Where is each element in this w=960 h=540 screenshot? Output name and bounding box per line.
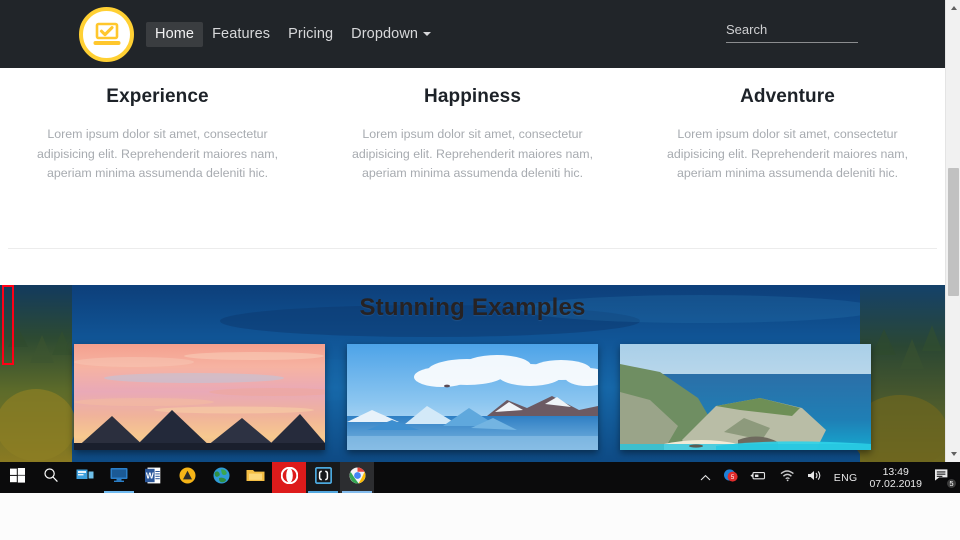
speaker-icon <box>807 469 823 487</box>
feature-text: Lorem ipsum dolor sit amet, consectetur … <box>666 127 909 180</box>
features-row: Experience Lorem ipsum dolor sit amet, c… <box>0 68 945 248</box>
explorer-app[interactable] <box>238 462 272 493</box>
brackets-app[interactable] <box>306 462 340 493</box>
navbar-links: Home Features Pricing Dropdown <box>146 22 440 47</box>
display-app[interactable] <box>102 462 136 493</box>
task-view-button[interactable] <box>68 462 102 493</box>
feature-column-adventure: Adventure Lorem ipsum dolor sit amet, co… <box>630 68 945 248</box>
navagio-beach-cove-photo <box>620 344 871 450</box>
nav-link-features[interactable]: Features <box>203 22 279 47</box>
glacier-lagoon-icebergs-photo <box>347 344 598 450</box>
security-tray-icon[interactable]: 5 <box>717 462 744 493</box>
clock-date: 07.02.2019 <box>869 477 922 490</box>
hero-section: Stunning Examples <box>0 285 945 462</box>
word-app[interactable]: W <box>136 462 170 493</box>
tray-overflow-button[interactable] <box>694 462 717 493</box>
chevron-up-icon <box>700 469 711 487</box>
laptop-check-icon <box>92 22 122 48</box>
triangle-amber-icon <box>179 467 196 489</box>
gallery-card-navagio-beach[interactable] <box>620 344 871 450</box>
feature-column-experience: Experience Lorem ipsum dolor sit amet, c… <box>0 68 315 248</box>
svg-text:W: W <box>146 470 154 480</box>
gallery-card-glacier-lagoon[interactable] <box>347 344 598 450</box>
start-button[interactable] <box>0 462 34 493</box>
folder-icon <box>246 467 265 488</box>
nav-dropdown-label: Dropdown <box>351 26 419 42</box>
internet-app[interactable] <box>204 462 238 493</box>
clock-time: 13:49 <box>882 465 909 478</box>
removable-media-icon[interactable] <box>744 462 773 493</box>
shield-badge-icon: 5 <box>723 468 738 488</box>
volume-icon[interactable] <box>801 462 829 493</box>
scrollbar-thumb[interactable] <box>948 168 959 296</box>
search-button[interactable] <box>34 462 68 493</box>
monitor-icon <box>110 467 128 488</box>
chrome-app[interactable] <box>340 462 374 493</box>
hero-title: Stunning Examples <box>359 294 586 321</box>
windows-logo-icon <box>9 467 25 488</box>
chrome-icon <box>349 467 366 489</box>
feature-title: Experience <box>106 86 209 107</box>
scroll-down-arrow[interactable] <box>946 446 960 462</box>
feature-text: Lorem ipsum dolor sit amet, consectetur … <box>36 127 279 180</box>
chevron-down-icon <box>423 32 432 37</box>
desktop-area <box>0 493 960 540</box>
language-indicator[interactable]: ENG <box>829 462 863 493</box>
site-navbar: Home Features Pricing Dropdown <box>0 0 945 68</box>
brand-logo[interactable] <box>79 7 134 62</box>
action-center-button[interactable]: 5 <box>929 462 960 493</box>
red-highlight-box <box>2 285 14 365</box>
amber-app[interactable] <box>170 462 204 493</box>
globe-icon <box>213 467 230 489</box>
usb-eject-icon <box>750 469 767 487</box>
nav-link-pricing[interactable]: Pricing <box>279 22 342 47</box>
scroll-up-arrow[interactable] <box>946 0 960 16</box>
magnifier-icon <box>43 467 59 488</box>
system-tray: 5 ENG 13:49 07.02.2019 5 <box>694 462 960 493</box>
section-divider <box>8 248 937 249</box>
nav-link-dropdown[interactable]: Dropdown <box>342 22 440 47</box>
wifi-icon <box>779 469 795 487</box>
feature-text: Lorem ipsum dolor sit amet, consectetur … <box>351 127 594 180</box>
word-icon: W <box>145 467 161 489</box>
network-icon[interactable] <box>773 462 801 493</box>
opera-app[interactable] <box>272 462 306 493</box>
notification-badge: 5 <box>946 478 957 489</box>
feature-title: Happiness <box>424 86 521 107</box>
sunset-mountains-photo <box>74 344 325 450</box>
opera-icon <box>280 466 298 489</box>
navbar-search <box>726 21 858 43</box>
clock[interactable]: 13:49 07.02.2019 <box>862 466 929 490</box>
screen: Home Features Pricing Dropdown Experienc… <box>0 0 960 540</box>
page-scrollbar[interactable] <box>945 0 960 462</box>
brackets-icon <box>314 466 332 489</box>
nav-link-home[interactable]: Home <box>146 22 204 47</box>
search-input[interactable] <box>726 22 858 43</box>
feature-column-happiness: Happiness Lorem ipsum dolor sit amet, co… <box>315 68 630 248</box>
task-view-icon <box>76 468 94 488</box>
gallery-card-sunset-mountains[interactable] <box>74 344 325 450</box>
browser-viewport: Home Features Pricing Dropdown Experienc… <box>0 0 945 462</box>
gallery-cards <box>0 344 945 450</box>
feature-title: Adventure <box>740 86 835 107</box>
